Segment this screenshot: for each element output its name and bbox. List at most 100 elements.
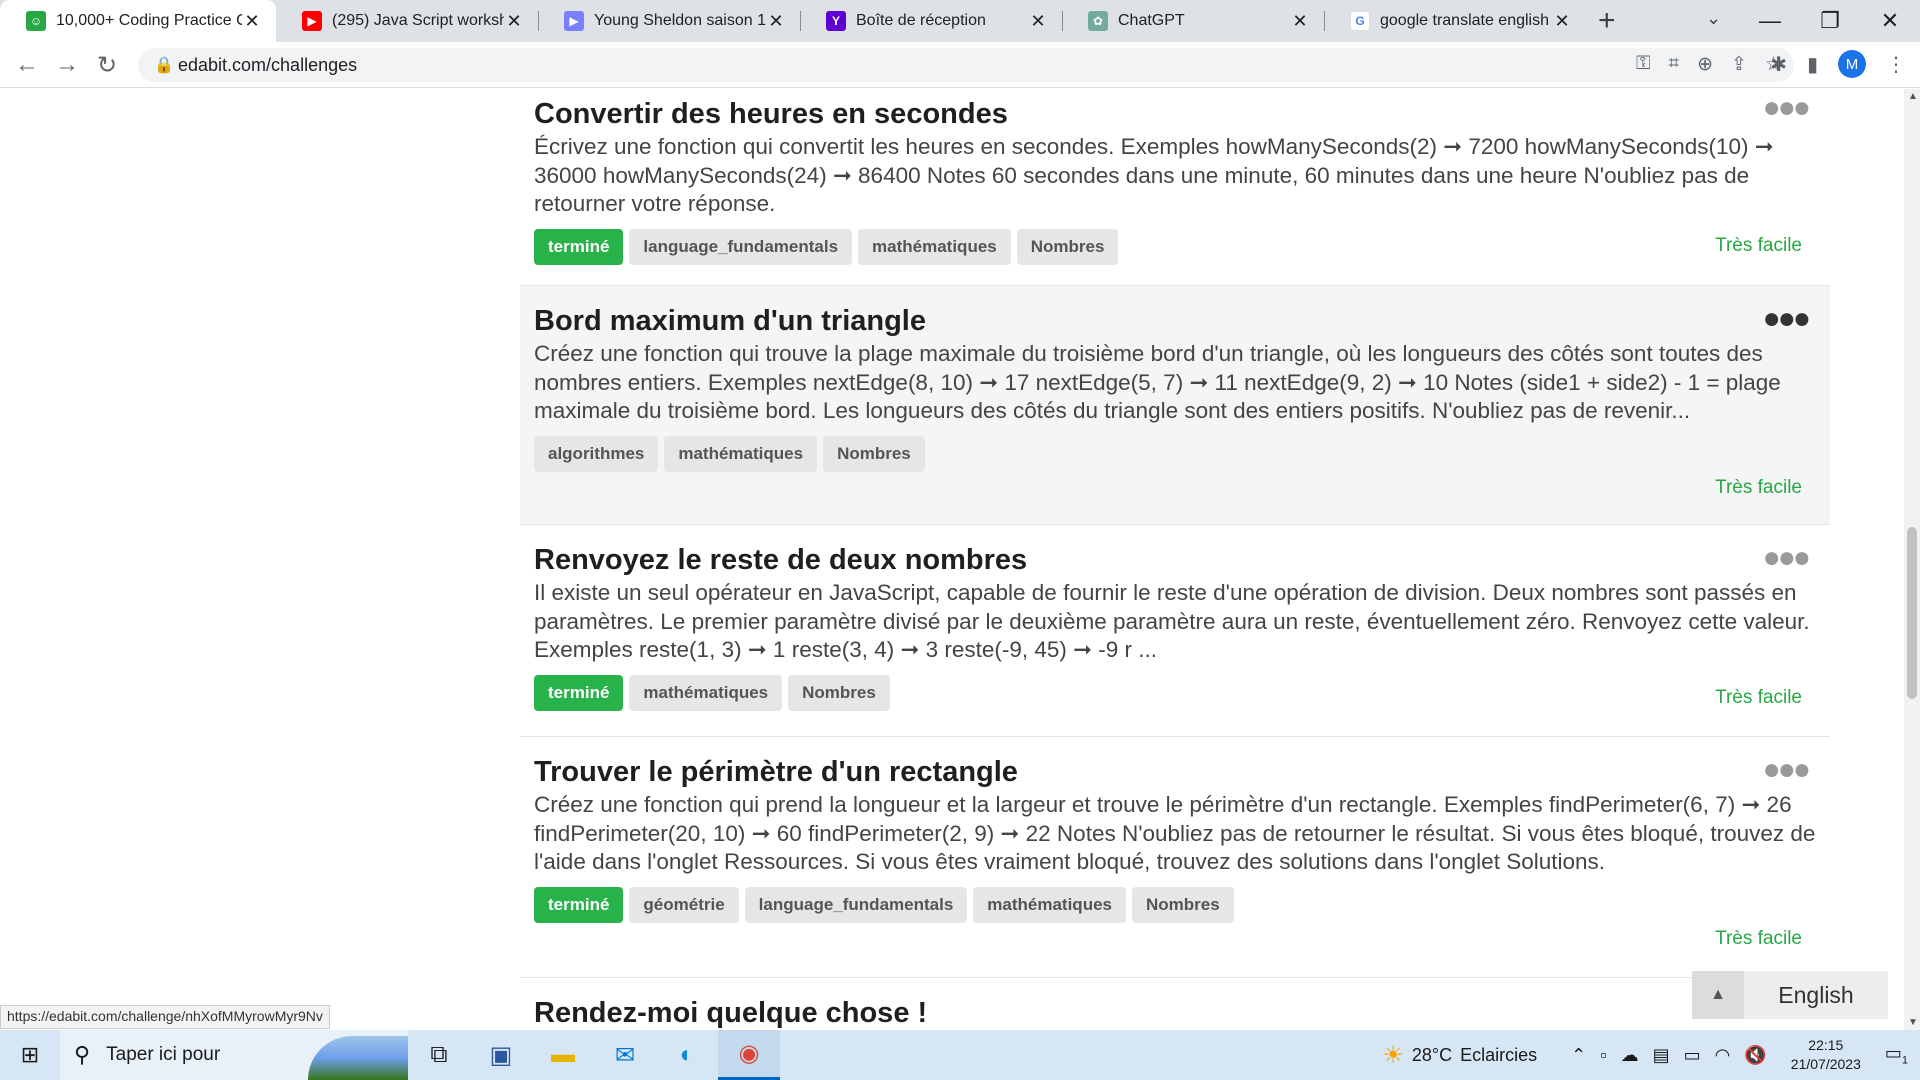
task-view-icon[interactable]: ⧉ <box>408 1030 470 1080</box>
challenge-title[interactable]: Trouver le périmètre d'un rectangle <box>534 754 1816 790</box>
language-selector[interactable]: ▲ English <box>1692 971 1888 1019</box>
tab-title: (295) Java Script workshop <box>332 12 504 29</box>
page-scrollbar[interactable]: ▲ ▼ <box>1904 89 1920 1030</box>
avatar[interactable]: M <box>1838 50 1866 78</box>
difficulty-label: Très facile <box>1715 687 1802 708</box>
tag[interactable]: mathématiques <box>629 674 783 711</box>
caret-up-icon[interactable]: ▲ <box>1692 971 1744 1019</box>
tag-list: terminé géométrie language_fundamentals … <box>534 886 1816 923</box>
windows-taskbar: ⊞ ⚲ Taper ici pour ⧉ ▣ ▬ ✉ ◐ ◉ ☀ 28°C Ec… <box>0 1030 1920 1080</box>
address-bar[interactable]: 🔒 edabit.com/challenges ⚿ ⌗ ⊕ ⇪ ☆ <box>138 48 1794 82</box>
onedrive-icon[interactable]: ☁ <box>1621 1045 1639 1066</box>
close-window-icon[interactable]: ✕ <box>1860 8 1920 34</box>
challenge-card[interactable]: Bord maximum d'un triangle Créez une fon… <box>520 286 1830 525</box>
tag[interactable]: Nombres <box>1016 228 1119 265</box>
tab-young-sheldon[interactable]: ▶ Young Sheldon saison 1 épi ✕ <box>538 0 800 42</box>
translate-icon[interactable]: ⌗ <box>1668 53 1679 76</box>
forward-icon[interactable]: → <box>52 50 82 80</box>
meet-icon[interactable]: ▫ <box>1600 1045 1606 1066</box>
windows-start-icon[interactable]: ⊞ <box>0 1042 60 1068</box>
challenge-title[interactable]: Convertir des heures en secondes <box>534 96 1816 132</box>
mail-icon[interactable]: ✉ <box>594 1030 656 1080</box>
tab-google-translate[interactable]: G google translate english to ✕ <box>1324 0 1586 42</box>
tag[interactable]: Nombres <box>1131 886 1234 923</box>
difficulty-label: Très facile <box>1715 477 1802 498</box>
side-panel-icon[interactable]: ▮ <box>1807 52 1818 77</box>
minimize-icon[interactable]: — <box>1740 8 1800 34</box>
search-highlight-image <box>308 1036 408 1080</box>
challenge-card[interactable]: Renvoyez le reste de deux nombres Il exi… <box>520 525 1830 737</box>
challenge-card[interactable]: Convertir des heures en secondes Écrivez… <box>520 89 1830 286</box>
notification-icon[interactable]: ▭1 <box>1885 1043 1908 1067</box>
key-icon[interactable]: ⚿ <box>1636 53 1650 76</box>
volume-muted-icon[interactable]: 🔇 <box>1744 1045 1766 1066</box>
battery-icon[interactable]: ▭ <box>1684 1045 1701 1066</box>
tag[interactable]: algorithmes <box>534 435 659 472</box>
browser-toolbar: ← → ↻ 🔒 edabit.com/challenges ⚿ ⌗ ⊕ ⇪ ☆ … <box>0 42 1920 88</box>
more-options-icon[interactable]: ●●● <box>1763 541 1811 575</box>
more-options-icon[interactable]: ●●● <box>1763 302 1811 336</box>
edge-icon[interactable]: ◐ <box>656 1030 718 1080</box>
tag[interactable]: language_fundamentals <box>629 228 853 265</box>
tab-title: Young Sheldon saison 1 épi <box>594 12 766 29</box>
close-icon[interactable]: ✕ <box>766 11 786 32</box>
time-text: 22:15 <box>1808 1037 1844 1053</box>
reload-icon[interactable]: ↻ <box>92 50 122 80</box>
scroll-down-icon[interactable]: ▼ <box>1908 1017 1918 1028</box>
wifi-icon[interactable]: ◠ <box>1715 1045 1731 1066</box>
challenge-card[interactable]: Trouver le périmètre d'un rectangle Crée… <box>520 737 1830 978</box>
challenge-title[interactable]: Bord maximum d'un triangle <box>534 303 1816 339</box>
edabit-icon: ☺ <box>26 11 46 31</box>
extensions-icon[interactable]: ✱ <box>1770 52 1787 77</box>
tag[interactable]: géométrie <box>629 886 739 923</box>
chrome-icon[interactable]: ◉ <box>718 1030 780 1080</box>
share-icon[interactable]: ⇪ <box>1731 53 1747 76</box>
challenge-title[interactable]: Rendez-moi quelque chose ! <box>534 995 1816 1030</box>
tag[interactable]: mathématiques <box>973 886 1126 923</box>
tag[interactable]: mathématiques <box>858 228 1011 265</box>
more-options-icon[interactable]: ●●● <box>1763 753 1811 787</box>
new-tab-button[interactable]: + <box>1598 6 1616 36</box>
lock-icon[interactable]: 🔒 <box>154 55 174 75</box>
defender-icon[interactable]: ▤ <box>1653 1045 1670 1066</box>
tag[interactable]: Nombres <box>823 435 925 472</box>
zoom-icon[interactable]: ⊕ <box>1697 53 1713 76</box>
tag[interactable]: mathématiques <box>664 435 818 472</box>
taskbar-search[interactable]: ⚲ Taper ici pour <box>60 1030 408 1080</box>
close-icon[interactable]: ✕ <box>1290 11 1310 32</box>
scrollbar-thumb[interactable] <box>1907 527 1917 699</box>
challenge-title[interactable]: Renvoyez le reste de deux nombres <box>534 542 1816 578</box>
tab-search-chevron-icon[interactable]: ⌄ <box>1706 8 1721 29</box>
close-icon[interactable]: ✕ <box>1028 11 1048 32</box>
status-badge: terminé <box>534 886 624 923</box>
tab-title: Boîte de réception <box>856 12 986 29</box>
tag[interactable]: language_fundamentals <box>744 886 968 923</box>
tab-yahoo-mail[interactable]: Y Boîte de réception ✕ <box>800 0 1062 42</box>
close-icon[interactable]: ✕ <box>504 11 524 32</box>
restore-icon[interactable]: ❐ <box>1800 8 1860 34</box>
close-icon[interactable]: ✕ <box>1552 11 1572 32</box>
back-icon[interactable]: ← <box>12 50 42 80</box>
close-icon[interactable]: ✕ <box>242 11 262 32</box>
clock[interactable]: 22:15 21/07/2023 <box>1791 1036 1861 1074</box>
tab-chatgpt[interactable]: ✿ ChatGPT ✕ <box>1062 0 1324 42</box>
url-text[interactable]: edabit.com/challenges <box>178 55 357 76</box>
file-explorer-icon[interactable]: ▬ <box>532 1030 594 1080</box>
scroll-up-icon[interactable]: ▲ <box>1908 91 1918 102</box>
chevron-up-icon[interactable]: ⌃ <box>1571 1045 1586 1066</box>
tab-title: google translate english to <box>1380 12 1552 29</box>
weather-widget[interactable]: ☀ 28°C Eclaircies <box>1382 1041 1537 1070</box>
search-placeholder[interactable]: Taper ici pour <box>106 1044 220 1066</box>
challenge-description: Créez une fonction qui trouve la plage m… <box>534 341 1781 423</box>
challenge-card[interactable]: Rendez-moi quelque chose ! ●●● <box>520 978 1830 1030</box>
menu-icon[interactable]: ⋮ <box>1886 52 1906 77</box>
date-text: 21/07/2023 <box>1790 1056 1861 1072</box>
notification-count: 1 <box>1901 1054 1908 1067</box>
tab-edabit[interactable]: ☺ 10,000+ Coding Practice Ch ✕ <box>0 0 276 42</box>
more-options-icon[interactable]: ●●● <box>1763 91 1811 125</box>
language-label[interactable]: English <box>1744 982 1888 1009</box>
tag-list: terminé language_fundamentals mathématiq… <box>534 228 1816 265</box>
tab-youtube[interactable]: ▶ (295) Java Script workshop ✕ <box>276 0 538 42</box>
tag[interactable]: Nombres <box>788 674 890 711</box>
store-icon[interactable]: ▣ <box>470 1030 532 1080</box>
